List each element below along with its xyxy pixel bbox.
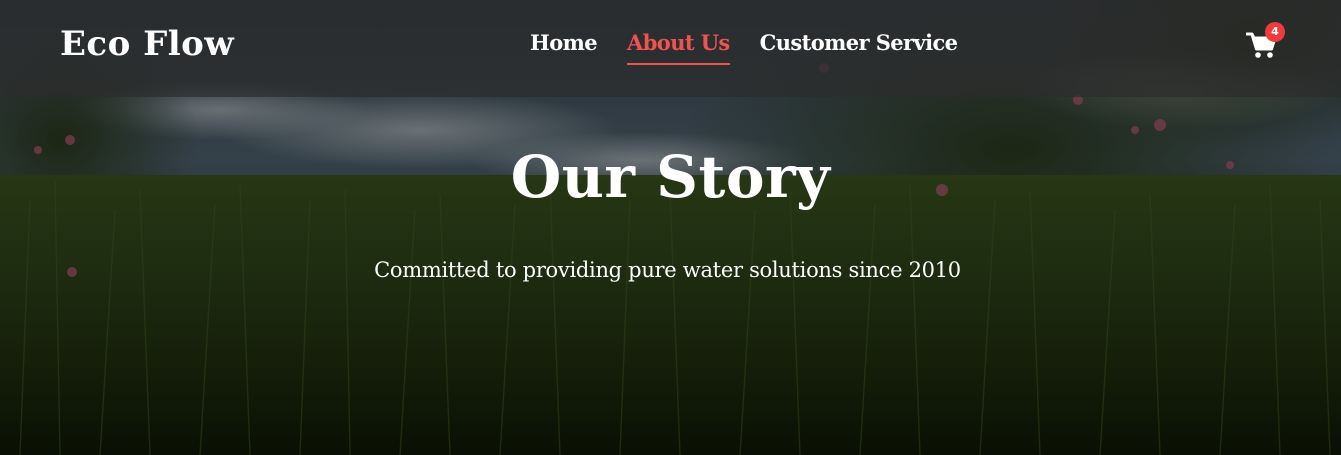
brand-logo[interactable]: Eco Flow (60, 24, 234, 64)
cart-count-badge: 4 (1265, 22, 1285, 42)
nav-links: Home About Us Customer Service (530, 30, 958, 65)
hero-title: Our Story (510, 143, 831, 211)
navbar: Eco Flow Home About Us Customer Service … (0, 0, 1341, 97)
nav-link-home[interactable]: Home (530, 30, 598, 65)
nav-link-about-us[interactable]: About Us (627, 30, 730, 65)
hero-subtitle: Committed to providing pure water soluti… (374, 258, 961, 282)
nav-link-customer-service[interactable]: Customer Service (760, 30, 958, 65)
